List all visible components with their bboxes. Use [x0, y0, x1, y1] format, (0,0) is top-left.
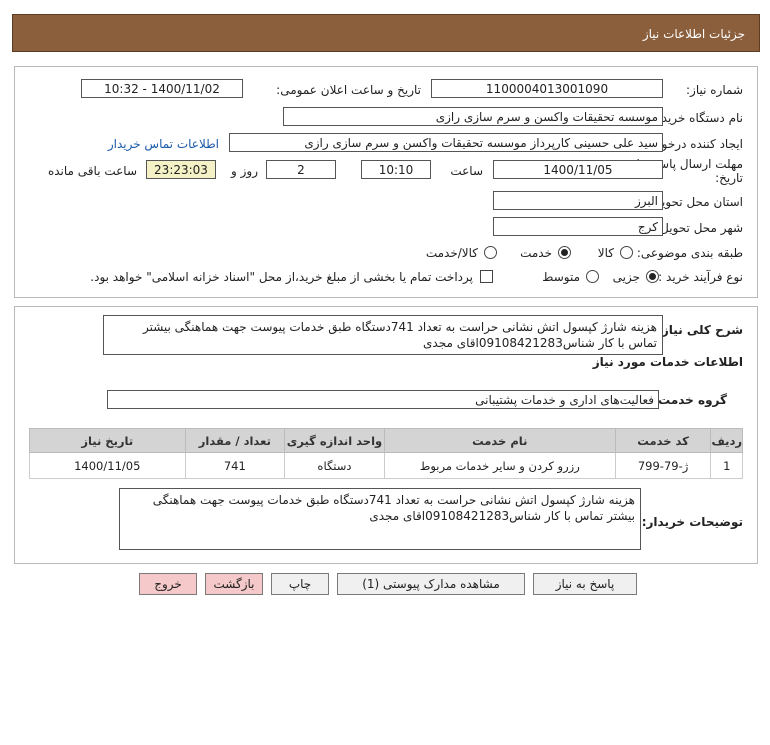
need-info-panel: شماره نیاز: 1100004013001090 تاریخ و ساع…	[14, 66, 758, 298]
city-field: کرج	[493, 217, 663, 236]
view-attachments-button[interactable]: مشاهده مدارک پیوستی (1)	[337, 573, 525, 595]
col-unit: واحد اندازه گیری	[284, 428, 385, 453]
city-label: شهر محل تحویل:	[656, 221, 743, 235]
service-group-label: گروه خدمت:	[653, 393, 727, 407]
category-goods-service-label: کالا/خدمت	[425, 246, 478, 260]
province-field: البرز	[493, 191, 663, 210]
deadline-date-label: تاریخ:	[715, 171, 743, 185]
remaining-time-field: 23:23:03	[146, 160, 216, 179]
cell-row-number: 1	[710, 452, 743, 479]
col-service-name: نام خدمت	[383, 428, 616, 453]
deadline-time-label: ساعت	[450, 164, 483, 178]
category-goods-label: کالا	[597, 246, 614, 260]
category-goods-radio[interactable]	[620, 246, 633, 259]
summary-text: هزینه شارژ کپسول اتش نشانی حراست به تعدا…	[103, 315, 663, 355]
back-button[interactable]: بازگشت	[205, 573, 263, 595]
announce-date-label: تاریخ و ساعت اعلان عمومی:	[276, 83, 421, 97]
process-medium-radio[interactable]	[586, 270, 599, 283]
print-button[interactable]: چاپ	[271, 573, 329, 595]
col-quantity: تعداد / مقدار	[184, 428, 286, 453]
process-medium-label: متوسط	[542, 270, 580, 284]
summary-label: شرح کلی نیاز:	[657, 323, 743, 337]
process-label: نوع فرآیند خرید :	[658, 270, 743, 284]
services-section-title: اطلاعات خدمات مورد نیاز	[592, 355, 743, 369]
exit-button[interactable]: خروج	[139, 573, 197, 595]
process-partial-label: جزیی	[612, 270, 640, 284]
buyer-org-field: موسسه تحقیقات واکسن و سرم سازی رازی	[283, 107, 663, 126]
services-table: ردیف کد خدمت نام خدمت واحد اندازه گیری ت…	[29, 428, 743, 479]
process-partial-radio[interactable]	[646, 270, 659, 283]
reply-button[interactable]: پاسخ به نیاز	[533, 573, 637, 595]
need-details-panel: شرح کلی نیاز: هزینه شارژ کپسول اتش نشانی…	[14, 306, 758, 564]
days-label: روز و	[231, 164, 258, 178]
page-title: جزئیات اطلاعات نیاز	[642, 27, 745, 41]
cell-service-code: ژ-79-799	[614, 452, 712, 479]
category-goods-service-radio[interactable]	[484, 246, 497, 259]
cell-unit: دستگاه	[284, 452, 385, 479]
need-number-label: شماره نیاز:	[686, 83, 743, 97]
remaining-days-field: 2	[266, 160, 336, 179]
cell-quantity: 741	[184, 452, 286, 479]
col-row-number: ردیف	[710, 428, 743, 453]
buyer-notes-label: توضیحات خریدار:	[641, 515, 743, 529]
buyer-notes-text: هزینه شارژ کپسول اتش نشانی حراست به تعدا…	[119, 488, 641, 550]
need-number-field: 1100004013001090	[431, 79, 663, 98]
category-service-radio[interactable]	[558, 246, 571, 259]
category-service-label: خدمت	[520, 246, 552, 260]
buyer-contact-link[interactable]: اطلاعات تماس خریدار	[108, 137, 219, 151]
col-service-code: کد خدمت	[614, 428, 712, 453]
treasury-payment-note: پرداخت تمام یا بخشی از مبلغ خرید،از محل …	[90, 270, 473, 284]
col-need-date: تاریخ نیاز	[29, 428, 186, 453]
table-header-row: ردیف کد خدمت نام خدمت واحد اندازه گیری ت…	[29, 428, 743, 453]
treasury-payment-checkbox[interactable]	[480, 270, 493, 283]
announce-date-field: 1400/11/02 - 10:32	[81, 79, 243, 98]
cell-service-name: رزرو کردن و سایر خدمات مربوط	[383, 452, 616, 479]
requester-field: سید علی حسینی کارپرداز موسسه تحقیقات واک…	[229, 133, 663, 152]
category-label: طبقه بندی موضوعی:	[636, 246, 743, 260]
service-group-field: فعالیت‌های اداری و خدمات پشتیبانی	[107, 390, 659, 409]
deadline-time-field: 10:10	[361, 160, 431, 179]
remaining-time-label: ساعت باقی مانده	[47, 164, 137, 178]
page-header: جزئیات اطلاعات نیاز	[12, 14, 760, 52]
cell-need-date: 1400/11/05	[29, 452, 186, 479]
table-row: 1 ژ-79-799 رزرو کردن و سایر خدمات مربوط …	[29, 452, 743, 479]
deadline-date-field: 1400/11/05	[493, 160, 663, 179]
